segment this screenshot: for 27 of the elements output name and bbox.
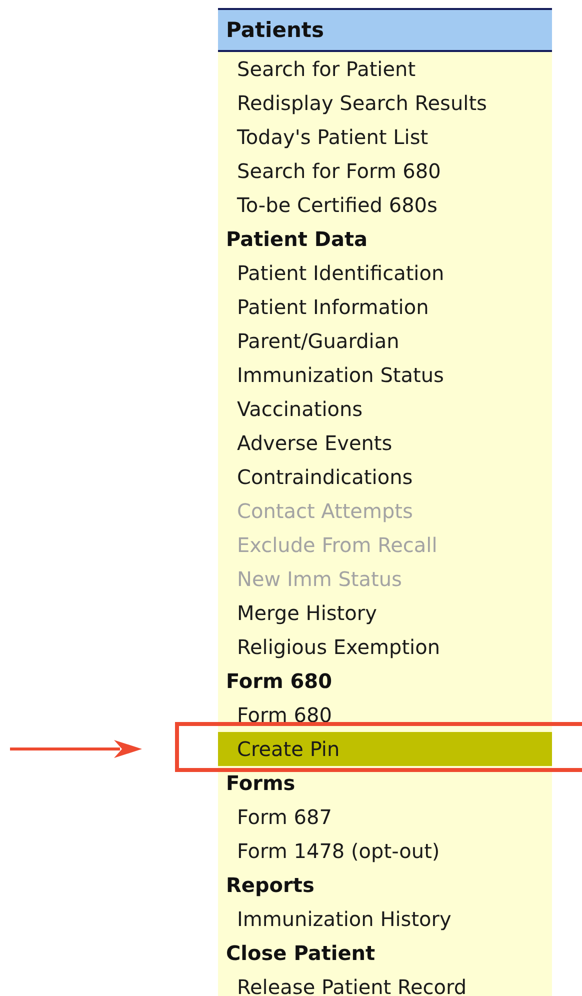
section-heading: Reports <box>225 872 316 899</box>
menu-item[interactable]: Search for Patient <box>218 52 552 86</box>
menu-item[interactable]: To-be Certified 680s <box>218 188 552 222</box>
menu-item[interactable]: Redisplay Search Results <box>218 86 552 120</box>
menu-item[interactable]: Patient Identification <box>218 256 552 290</box>
section-heading: Patient Data <box>225 226 369 253</box>
section-heading: Forms <box>225 770 296 797</box>
menu-item[interactable]: Vaccinations <box>218 392 552 426</box>
arrow-icon <box>10 739 142 759</box>
section-heading: Close Patient <box>225 940 376 967</box>
menu-item[interactable]: Form 687 <box>218 800 552 834</box>
menu-item[interactable]: Release Patient Record <box>218 970 552 996</box>
menu-item[interactable]: Immunization Status <box>218 358 552 392</box>
menu-item[interactable]: Immunization History <box>218 902 552 936</box>
menu-item[interactable]: Parent/Guardian <box>218 324 552 358</box>
menu-item[interactable]: Create Pin <box>218 732 552 766</box>
menu-item[interactable]: Today's Patient List <box>218 120 552 154</box>
menu-item[interactable]: Form 680 <box>218 698 552 732</box>
menu-item[interactable]: Form 1478 (opt-out) <box>218 834 552 868</box>
section-heading: Form 680 <box>225 668 334 695</box>
menu-item[interactable]: Adverse Events <box>218 426 552 460</box>
menu-item[interactable]: Search for Form 680 <box>218 154 552 188</box>
menu-item[interactable]: Patient Information <box>218 290 552 324</box>
menu-item[interactable]: Religious Exemption <box>218 630 552 664</box>
menu-item[interactable]: Contraindications <box>218 460 552 494</box>
menu-item[interactable]: Merge History <box>218 596 552 630</box>
menu-header: Patients <box>218 8 552 52</box>
